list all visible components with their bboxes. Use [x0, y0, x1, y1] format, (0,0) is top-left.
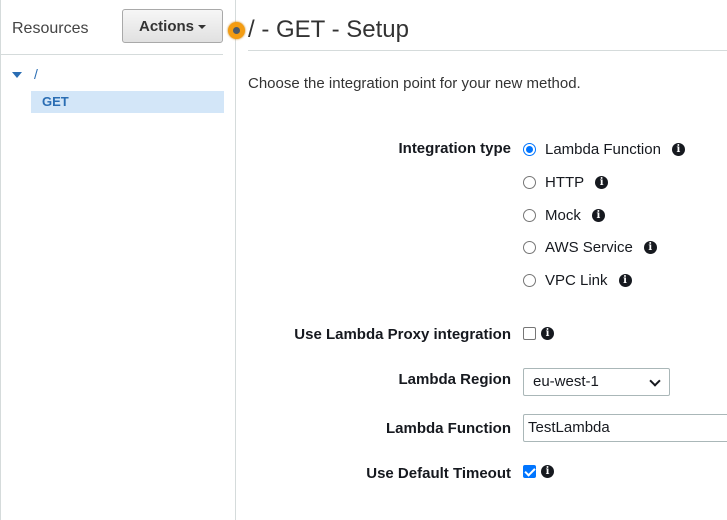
info-icon[interactable]: i [618, 273, 632, 287]
radio-label: Mock [545, 206, 581, 224]
default-timeout-label: Use Default Timeout [366, 465, 511, 482]
header-divider [248, 50, 727, 51]
radio-button[interactable] [523, 175, 536, 189]
radio-button[interactable] [523, 142, 536, 156]
lambda-region-value: eu-west-1 [533, 373, 599, 390]
sidebar-divider [0, 54, 223, 55]
info-icon[interactable]: i [671, 142, 685, 156]
radio-option-aws-service[interactable]: AWS Service i [523, 237, 657, 257]
radio-option-lambda-function[interactable]: Lambda Function i [523, 139, 685, 159]
radio-button[interactable] [523, 240, 536, 254]
page-title: / - GET - Setup [248, 16, 409, 43]
intro-text: Choose the integration point for your ne… [248, 75, 581, 92]
lambda-proxy-label: Use Lambda Proxy integration [294, 326, 511, 343]
radio-option-vpc-link[interactable]: VPC Link i [523, 270, 632, 290]
lambda-proxy-checkbox[interactable] [523, 326, 536, 340]
default-timeout-control: i [523, 461, 554, 481]
lambda-function-label: Lambda Function [386, 420, 511, 437]
actions-dropdown-button[interactable]: Actions [122, 9, 223, 43]
info-icon[interactable]: i [591, 208, 605, 222]
radio-option-mock[interactable]: Mock i [523, 205, 605, 225]
radio-label: AWS Service [545, 238, 633, 256]
integration-type-label: Integration type [398, 140, 511, 157]
chevron-down-icon [649, 375, 661, 387]
radio-label: Lambda Function [545, 140, 661, 158]
radio-label: VPC Link [545, 271, 608, 289]
caret-down-icon [198, 25, 206, 29]
tree-root-label: / [34, 66, 38, 82]
radio-option-http[interactable]: HTTP i [523, 172, 609, 192]
lambda-region-label: Lambda Region [398, 371, 511, 388]
resources-title: Resources [12, 20, 89, 37]
lambda-proxy-control: i [523, 323, 554, 343]
info-icon[interactable]: i [541, 326, 554, 340]
selection-indicator-icon [228, 22, 245, 39]
resources-sidebar: Resources Actions / GET [0, 0, 236, 520]
tree-item-get-method[interactable]: GET [31, 91, 224, 113]
info-icon[interactable]: i [595, 175, 609, 189]
radio-button[interactable] [523, 273, 536, 287]
expand-triangle-icon[interactable] [12, 71, 22, 78]
default-timeout-checkbox[interactable] [523, 464, 536, 478]
radio-button[interactable] [523, 208, 536, 222]
lambda-function-input[interactable]: TestLambda [523, 414, 727, 442]
info-icon[interactable]: i [643, 240, 657, 254]
tree-item-root[interactable]: / [12, 66, 38, 82]
info-icon[interactable]: i [541, 464, 554, 478]
actions-label: Actions [138, 17, 194, 35]
lambda-region-select[interactable]: eu-west-1 [523, 368, 670, 396]
radio-label: HTTP [545, 173, 585, 191]
